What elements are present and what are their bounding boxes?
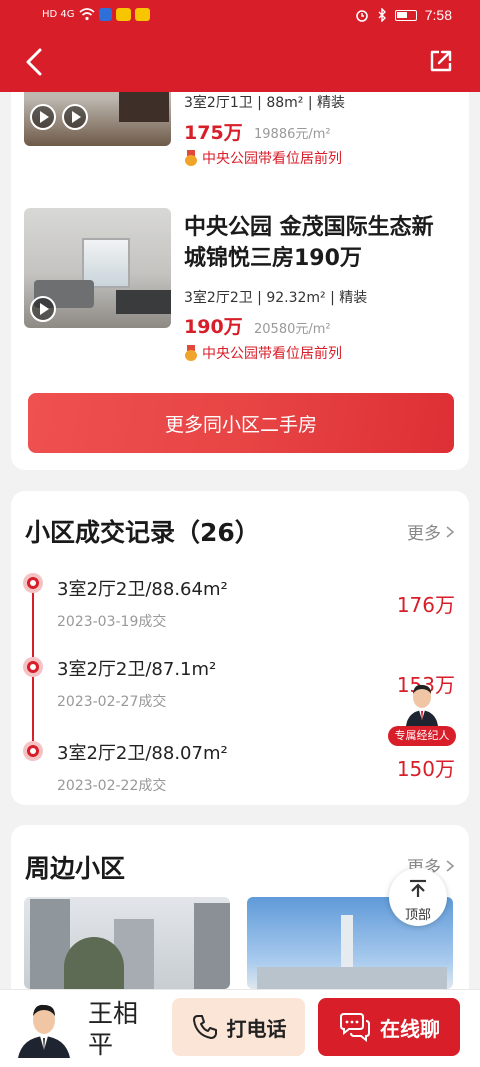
back-icon[interactable] [22,46,50,78]
play-icon [62,104,88,130]
chat-label: 在线聊 [380,1018,440,1041]
transactions-card: 小区成交记录（26） 更多 3室2厅2卫/88.64m² 2023-03-19成… [11,491,469,805]
back-to-top-label: 顶部 [404,908,431,923]
more-secondhand-button[interactable]: 更多同小区二手房 [28,393,454,453]
exclusive-agent-float[interactable]: 专属经纪人 [388,680,456,746]
transaction-record[interactable]: 3室2厅2卫/87.1m² 2023-02-27成交 [57,655,357,711]
listing-meta: 3室2厅2卫 | 92.32m² | 精装 [184,290,368,306]
timeline-dot [23,657,43,677]
transaction-title: 3室2厅2卫/88.64m² [57,579,228,600]
transaction-record[interactable]: 3室2厅2卫/88.07m² 2023-02-22成交 [57,739,357,795]
chat-button[interactable]: 在线聊 [318,998,460,1056]
transactions-title: 小区成交记录（26） [25,518,260,547]
listing-tag-text: 中央公园带看位居前列 [202,346,342,362]
call-button[interactable]: 打电话 [172,998,305,1056]
agent-name: 王相平 [88,999,139,1059]
similar-listings-card: 3室2厅1卫 | 88m² | 精装 175万 19886元/m² 中央公园带看… [11,26,469,470]
app-header: HD 4G 7:58 [0,0,480,92]
listing-title: 中央公园 金茂国际生态新城锦悦三房190万 [184,215,434,271]
agent-avatar-icon [406,684,438,726]
status-right-icons: 7:58 [355,7,452,23]
nearby-title: 周边小区 [25,854,126,883]
nav-bar [0,32,480,92]
agent-float-label: 专属经纪人 [388,726,456,746]
bottom-action-bar: 王相平 打电话 在线聊 [0,989,480,1067]
transaction-title: 3室2厅2卫/87.1m² [57,659,217,680]
arrow-up-icon [410,879,426,897]
transactions-more-link[interactable]: 更多 [407,519,455,544]
chevron-right-icon [446,859,455,872]
chevron-right-icon [446,525,455,538]
listing-unit-price: 19886元/m² [254,127,331,142]
app-notification-icon [98,8,112,21]
transaction-date: 2023-02-22成交 [57,778,167,794]
listing-tag: 中央公园带看位居前列 [184,148,342,168]
transaction-date: 2023-03-19成交 [57,614,167,630]
transaction-title: 3室2厅2卫/88.07m² [57,743,228,764]
weibo-icon [134,8,150,21]
play-icon [30,296,56,322]
signal-icon: HD 4G [42,8,75,20]
transaction-date: 2023-02-27成交 [57,694,167,710]
transaction-price: 176万 [396,593,455,617]
alarm-icon [355,10,368,22]
timeline-dot [23,573,43,593]
battery-icon [394,9,417,21]
listing-price: 175万 [184,122,243,144]
back-to-top-button[interactable]: 顶部 [389,868,447,926]
listing-item[interactable]: 中央公园 金茂国际生态新城锦悦三房190万 3室2厅2卫 | 92.32m² |… [24,208,454,362]
status-left-icons: HD 4G [42,8,150,21]
call-label: 打电话 [226,1018,287,1041]
listing-tag: 中央公园带看位居前列 [184,343,342,363]
medal-icon [184,150,198,166]
share-icon[interactable] [428,48,454,74]
status-time: 7:58 [424,7,452,23]
weibo-icon [115,8,131,21]
medal-icon [184,345,198,361]
more-label: 更多 [407,524,441,544]
listing-unit-price: 20580元/m² [254,322,331,337]
agent-avatar[interactable] [14,998,74,1058]
nearby-community-image[interactable] [24,897,230,989]
status-bar: HD 4G 7:58 [0,0,480,32]
transaction-record[interactable]: 3室2厅2卫/88.64m² 2023-03-19成交 [57,575,357,631]
listing-price: 190万 [184,316,243,338]
listing-thumbnail [24,208,171,328]
play-icon [30,104,56,130]
timeline-dot [23,741,43,761]
transaction-price: 150万 [396,757,455,781]
bluetooth-icon [378,8,386,22]
chat-icon [340,1013,370,1042]
phone-icon [192,1015,217,1039]
listing-tag-text: 中央公园带看位居前列 [202,151,342,167]
wifi-icon [78,8,95,21]
listing-meta: 3室2厅1卫 | 88m² | 精装 [184,95,346,111]
